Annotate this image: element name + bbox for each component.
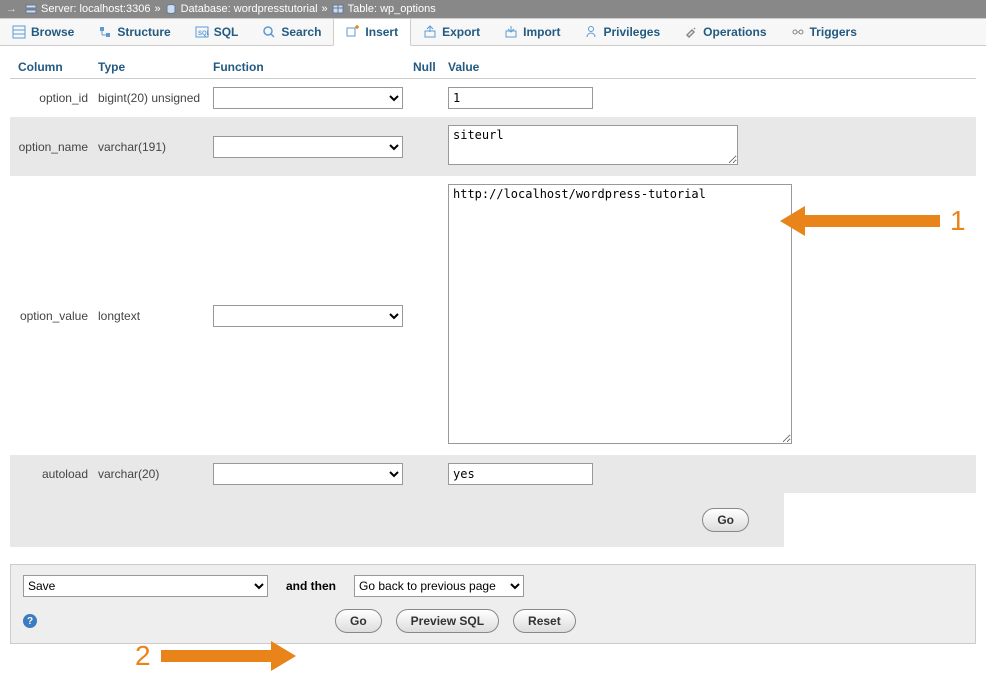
field-name: option_name — [18, 140, 98, 154]
field-name: option_value — [18, 309, 98, 323]
function-select[interactable] — [213, 463, 403, 485]
header-function: Function — [213, 60, 413, 74]
header-column: Column — [18, 60, 98, 74]
then-select[interactable]: Go back to previous page — [354, 575, 524, 597]
action-select[interactable]: Save — [23, 575, 268, 597]
header-type: Type — [98, 60, 213, 74]
tab-structure[interactable]: Structure — [86, 19, 182, 45]
field-type: bigint(20) unsigned — [98, 91, 213, 105]
breadcrumb-database[interactable]: Database: wordpresstutorial — [181, 3, 318, 15]
and-then-label: and then — [286, 579, 336, 593]
value-input[interactable] — [448, 463, 593, 485]
svg-text:SQL: SQL — [198, 31, 209, 37]
value-textarea[interactable]: siteurl — [448, 125, 738, 165]
breadcrumb-table[interactable]: Table: wp_options — [348, 3, 436, 15]
help-icon[interactable]: ? — [23, 614, 37, 628]
tab-search[interactable]: Search — [250, 19, 333, 45]
breadcrumb-server[interactable]: Server: localhost:3306 — [41, 3, 150, 15]
field-type: varchar(191) — [98, 140, 213, 154]
tab-insert[interactable]: Insert — [333, 19, 411, 46]
header-null: Null — [413, 60, 448, 74]
tab-privileges[interactable]: Privileges — [572, 19, 672, 45]
reset-button[interactable]: Reset — [513, 609, 576, 633]
insert-icon — [346, 25, 360, 39]
go-button[interactable]: Go — [702, 508, 749, 532]
column-headers: Column Type Function Null Value — [10, 56, 976, 79]
preview-sql-button[interactable]: Preview SQL — [396, 609, 499, 633]
go-row: Go — [10, 493, 784, 547]
header-value: Value — [448, 60, 976, 74]
table-row: option_id bigint(20) unsigned — [10, 79, 976, 117]
sql-icon: SQL — [195, 25, 209, 39]
server-icon — [25, 3, 37, 15]
breadcrumb: → Server: localhost:3306 » Database: wor… — [0, 0, 986, 18]
table-icon — [332, 3, 344, 15]
field-type: longtext — [98, 309, 213, 323]
structure-icon — [98, 25, 112, 39]
database-icon — [165, 3, 177, 15]
field-type: varchar(20) — [98, 467, 213, 481]
table-row: autoload varchar(20) — [10, 455, 976, 493]
browse-icon — [12, 25, 26, 39]
function-select[interactable] — [213, 305, 403, 327]
privileges-icon — [584, 25, 598, 39]
breadcrumb-toggle-icon[interactable]: → — [6, 3, 17, 15]
annotation-number: 2 — [135, 640, 151, 672]
tab-browse[interactable]: Browse — [0, 19, 86, 45]
tabs: Browse Structure SQLSQL Search Insert Ex… — [0, 18, 986, 46]
table-row: option_value longtext http://localhost/w… — [10, 176, 976, 455]
tab-operations[interactable]: Operations — [672, 19, 778, 45]
table-row: option_name varchar(191) siteurl — [10, 117, 976, 176]
footer-actions: Save and then Go back to previous page ?… — [10, 564, 976, 644]
field-name: autoload — [18, 467, 98, 481]
go-button[interactable]: Go — [335, 609, 382, 633]
function-select[interactable] — [213, 136, 403, 158]
import-icon — [504, 25, 518, 39]
tab-triggers[interactable]: Triggers — [779, 19, 869, 45]
field-name: option_id — [18, 91, 98, 105]
tab-export[interactable]: Export — [411, 19, 492, 45]
export-icon — [423, 25, 437, 39]
search-icon — [262, 25, 276, 39]
insert-form: Column Type Function Null Value option_i… — [0, 46, 986, 549]
annotation-arrow-2: 2 — [125, 640, 296, 672]
value-textarea[interactable]: http://localhost/wordpress-tutorial — [448, 184, 792, 444]
function-select[interactable] — [213, 87, 403, 109]
triggers-icon — [791, 25, 805, 39]
tab-sql[interactable]: SQLSQL — [183, 19, 251, 45]
operations-icon — [684, 25, 698, 39]
value-input[interactable] — [448, 87, 593, 109]
tab-import[interactable]: Import — [492, 19, 572, 45]
